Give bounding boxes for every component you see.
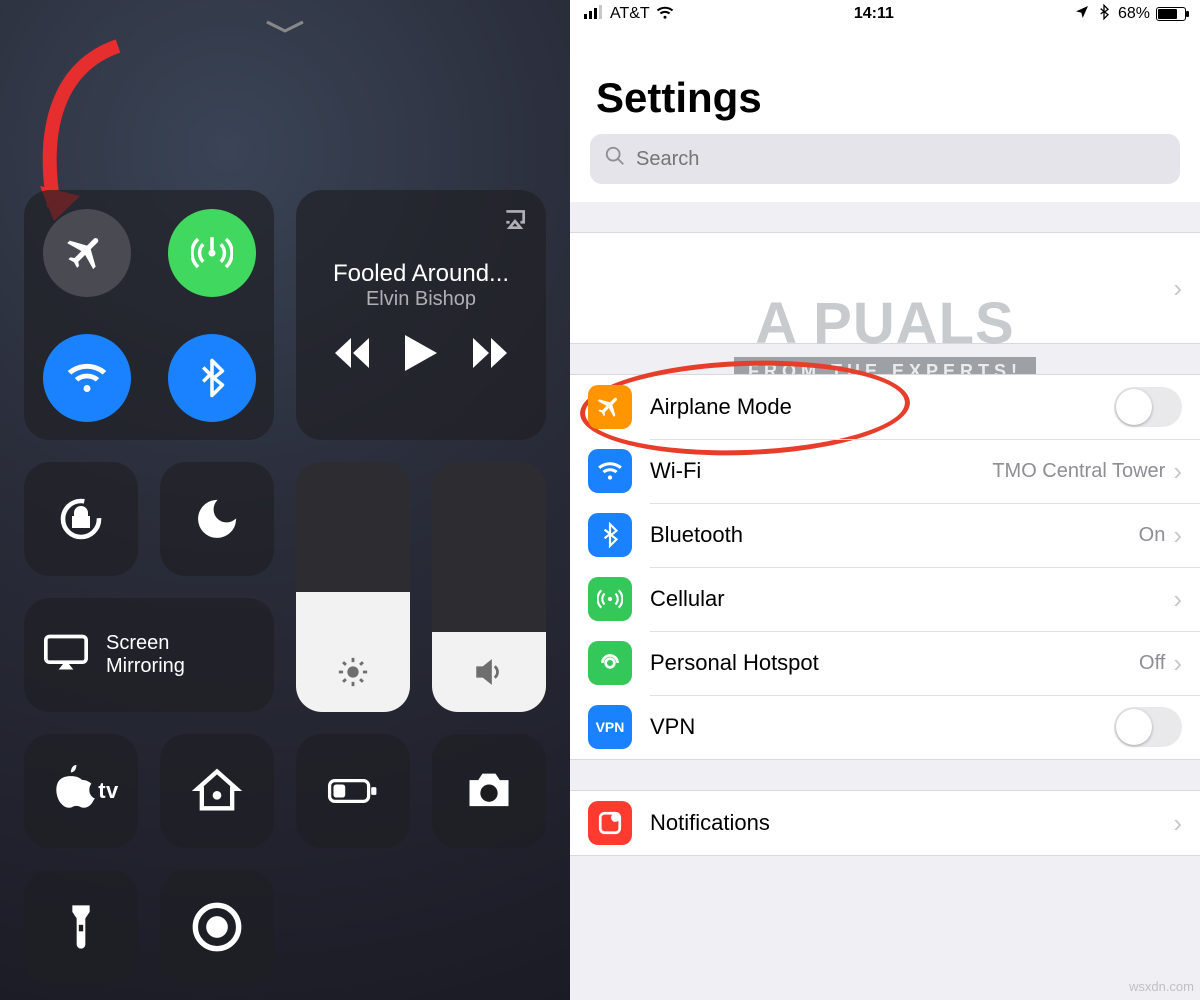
settings-row-cellular[interactable]: Cellular › [570,567,1200,631]
battery-icon [327,765,379,817]
wifi-toggle[interactable] [43,334,131,422]
airplane-mode-toggle[interactable] [43,209,131,297]
chevron-right-icon: › [1173,456,1182,487]
brightness-slider[interactable] [296,462,410,712]
bluetooth-status-icon [1096,4,1112,25]
bluetooth-label: Bluetooth [650,522,1139,548]
settings-row-hotspot[interactable]: Personal Hotspot Off › [570,631,1200,695]
camera-button[interactable] [432,734,546,848]
next-track-button[interactable] [473,338,507,373]
screen-mirroring-label: Screen Mirroring [106,632,185,678]
hotspot-label: Personal Hotspot [650,650,1139,676]
control-center-pane: Fooled Around... Elvin Bishop [0,0,570,1000]
source-credit: wsxdn.com [1129,979,1194,994]
rotation-lock-button[interactable] [24,462,138,576]
record-icon [191,901,243,953]
search-icon [604,145,626,173]
page-title: Settings [570,28,1200,134]
chevron-right-icon: › [1173,520,1182,551]
settings-row-wifi[interactable]: Wi-Fi TMO Central Tower › [570,439,1200,503]
apple-logo-icon [43,765,95,817]
search-field[interactable] [590,134,1180,184]
settings-group-notifications: Notifications › [570,790,1200,856]
connectivity-tile[interactable] [24,190,274,440]
chevron-right-icon: › [1173,648,1182,679]
screen-record-button[interactable] [160,870,274,984]
airplane-mode-switch[interactable] [1114,387,1182,427]
vpn-icon: VPN [588,705,632,749]
vpn-label: VPN [650,714,1114,740]
airplane-mode-label: Airplane Mode [650,394,1114,420]
search-input[interactable] [636,148,1166,171]
bluetooth-toggle[interactable] [168,334,256,422]
chevron-right-icon: › [1173,273,1182,304]
camera-icon [463,765,515,817]
cellular-data-toggle[interactable] [168,209,256,297]
settings-row-account[interactable]: › [570,233,1200,343]
status-bar: AT&T 14:11 68% [570,0,1200,28]
settings-pane: AT&T 14:11 68% Settings A PUALS FROM THE… [570,0,1200,1000]
wifi-status-icon [656,5,674,24]
apple-tv-button[interactable]: tv [24,734,138,848]
chevron-down-icon[interactable] [263,18,307,34]
apple-tv-label: tv [98,778,119,804]
play-button[interactable] [405,335,437,376]
now-playing-artist: Elvin Bishop [366,288,476,311]
wifi-label: Wi-Fi [650,458,992,484]
settings-group-connectivity: Airplane Mode Wi-Fi TMO Central Tower › … [570,374,1200,760]
chevron-right-icon: › [1173,808,1182,839]
home-icon [191,765,243,817]
brightness-icon [336,655,370,694]
airplay-icon[interactable] [502,206,528,237]
screen-mirroring-icon [44,634,88,677]
notifications-label: Notifications [650,810,1173,836]
now-playing-tile[interactable]: Fooled Around... Elvin Bishop [296,190,546,440]
flashlight-icon [55,901,107,953]
now-playing-title: Fooled Around... [333,260,509,288]
wifi-icon [588,449,632,493]
hotspot-icon [588,641,632,685]
cellular-label: Cellular [650,586,1173,612]
vpn-switch[interactable] [1114,707,1182,747]
settings-row-airplane-mode[interactable]: Airplane Mode [570,375,1200,439]
volume-slider[interactable] [432,462,546,712]
status-time: 14:11 [854,5,894,23]
chevron-right-icon: › [1173,584,1182,615]
battery-icon [1156,7,1186,21]
hotspot-value: Off [1139,652,1165,675]
volume-icon [472,655,506,694]
wifi-value: TMO Central Tower [992,460,1165,483]
settings-row-bluetooth[interactable]: Bluetooth On › [570,503,1200,567]
bluetooth-icon [588,513,632,557]
do-not-disturb-button[interactable] [160,462,274,576]
battery-percent: 68% [1118,5,1150,23]
low-power-mode-button[interactable] [296,734,410,848]
notifications-icon [588,801,632,845]
settings-row-notifications[interactable]: Notifications › [570,791,1200,855]
home-button[interactable] [160,734,274,848]
signal-bars-icon [584,5,604,24]
settings-row-vpn[interactable]: VPN VPN [570,695,1200,759]
location-arrow-icon [1074,4,1090,25]
previous-track-button[interactable] [335,338,369,373]
bluetooth-value: On [1139,524,1166,547]
airplane-icon [588,385,632,429]
screen-mirroring-button[interactable]: Screen Mirroring [24,598,274,712]
cellular-icon [588,577,632,621]
carrier-label: AT&T [610,5,650,23]
flashlight-button[interactable] [24,870,138,984]
settings-group-account: › [570,232,1200,344]
